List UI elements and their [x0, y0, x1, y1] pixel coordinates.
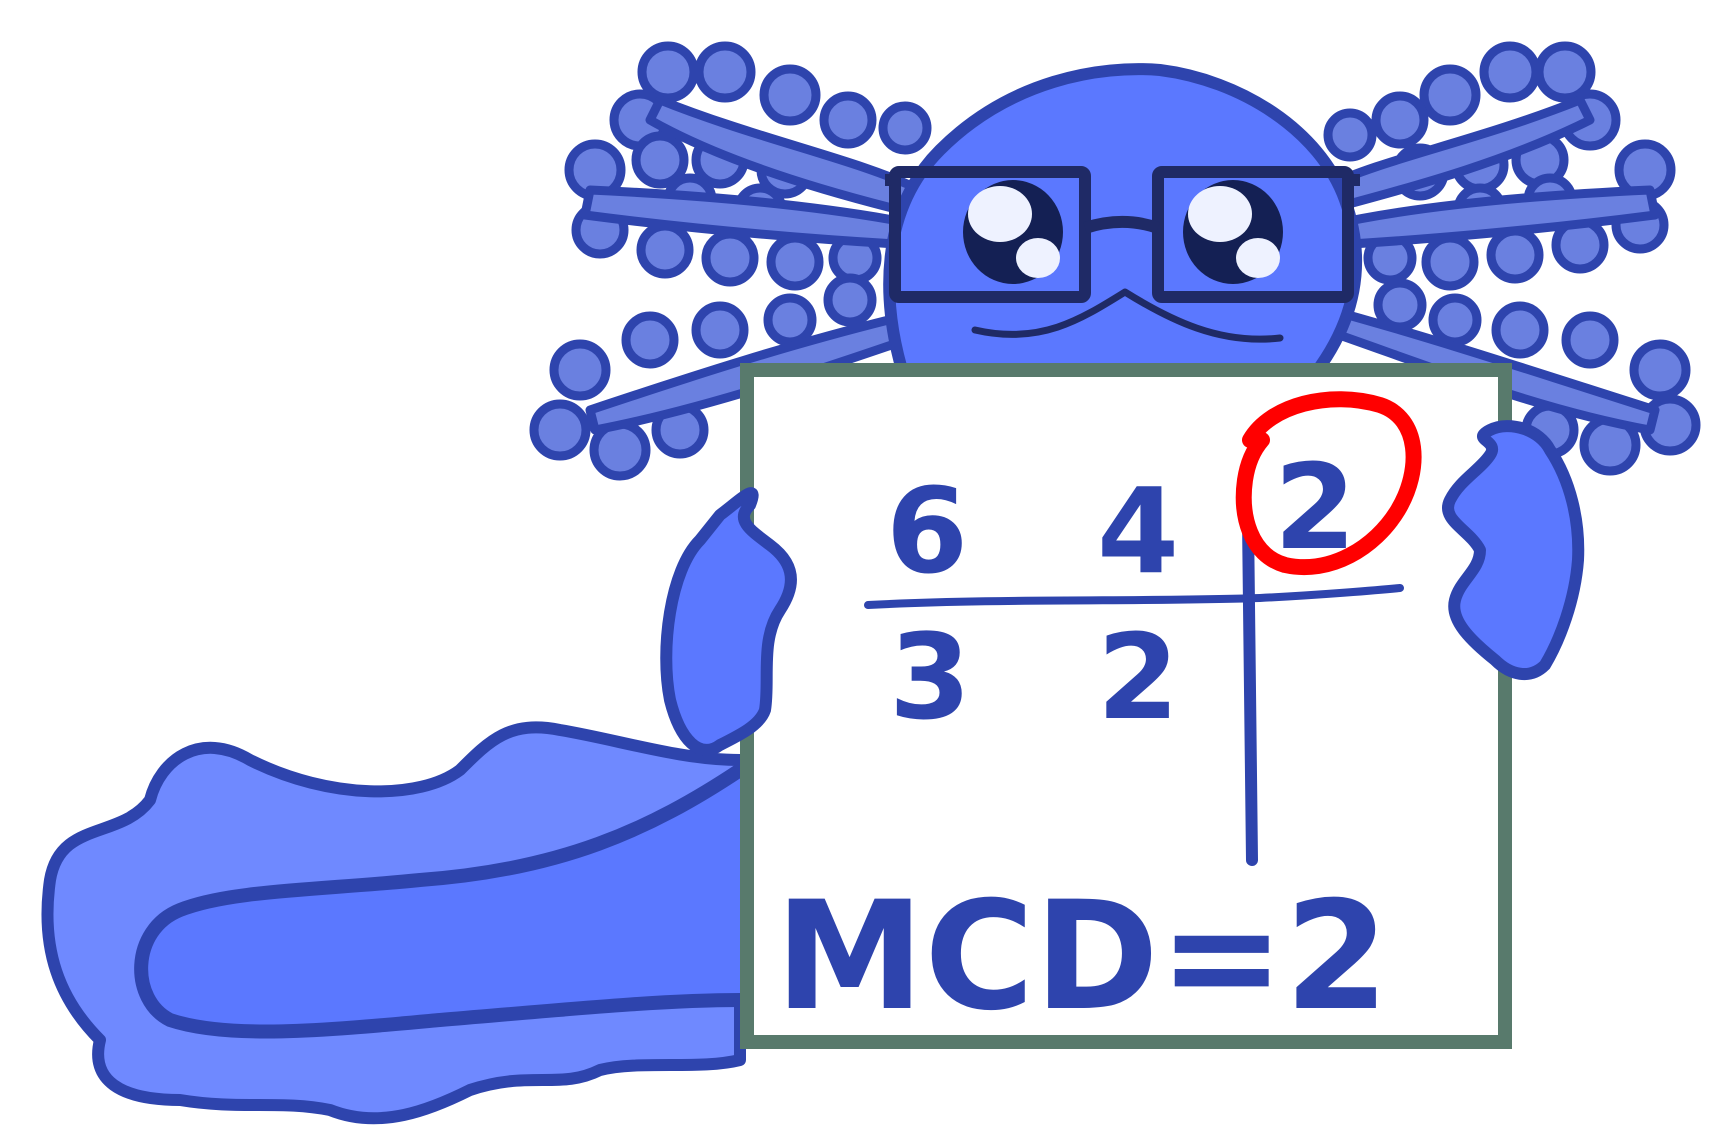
vertical-division-line — [1242, 514, 1258, 866]
bottom-number-2: 2 — [1097, 608, 1179, 746]
right-gill-top — [1323, 41, 1621, 210]
top-number-1: 6 — [886, 462, 968, 600]
top-number-2: 4 — [1097, 462, 1179, 600]
mcd-result: MCD=2 — [775, 870, 1389, 1044]
left-gill-top — [609, 41, 932, 215]
right-eye — [1183, 180, 1283, 284]
illustration-stage: 6 4 2 3 2 MCD=2 — [0, 0, 1719, 1139]
bottom-number-1: 3 — [889, 608, 971, 746]
axolotl-tail — [41, 721, 747, 1125]
left-eye — [963, 180, 1063, 284]
axolotl-illustration: 6 4 2 3 2 MCD=2 — [41, 41, 1701, 1125]
glasses-bridge — [1083, 216, 1160, 234]
whiteboard: 6 4 2 3 2 MCD=2 — [740, 363, 1512, 1049]
